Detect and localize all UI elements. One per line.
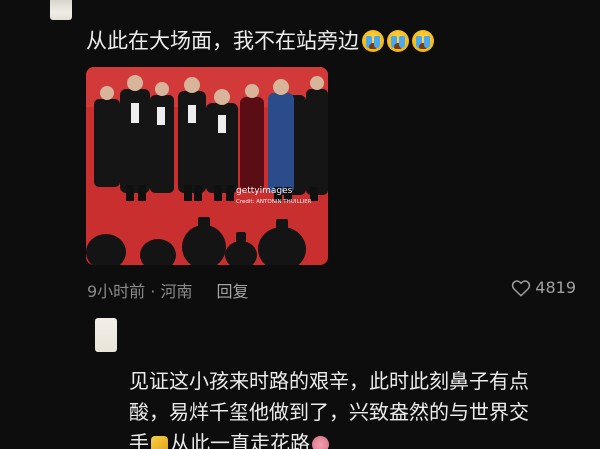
reply-text-segment: 手 [129,431,149,449]
comment-body: 从此在大场面，我不在站旁边 [86,26,434,56]
reply-button[interactable]: 回复 [216,278,248,302]
crying-emoji-icon [362,30,384,52]
reply-avatar[interactable] [95,318,117,352]
crying-emoji-icon [412,30,434,52]
comment-photo[interactable]: gettyimages Credit: ANTONIN THUILLIER [86,67,328,265]
comment-meta: 9小时前 · 河南 回复 [87,278,248,302]
comment-text: 从此在大场面，我不在站旁边 [86,29,359,53]
crying-emoji-icon [387,30,409,52]
watermark-credit: Credit: ANTONIN THUILLIER [236,199,312,205]
comment-time-location: 9小时前 · 河南 [87,282,193,301]
flower-emoji-icon [312,436,329,449]
reply-text-segment: 从此一直走花路 [170,431,310,449]
like-button[interactable]: 4819 [511,278,576,297]
watermark-brand: gettyimages [236,186,293,196]
like-count: 4819 [535,278,576,297]
clapping-emoji-icon [151,436,168,449]
reply-line: 酸，易烊千玺他做到了，兴致盎然的与世界交 [129,400,529,424]
reply-body: 见证这小孩来时路的艰辛，此时此刻鼻子有点 酸，易烊千玺他做到了，兴致盎然的与世界… [129,366,589,449]
heart-icon [512,279,531,297]
red-carpet-photo: gettyimages Credit: ANTONIN THUILLIER [86,67,328,265]
reply-line-3: 手 从此一直走花路 [129,428,589,449]
comment-thread: 从此在大场面，我不在站旁边 gettyimages Credit: ANTONI… [0,0,600,449]
reply-line: 见证这小孩来时路的艰辛，此时此刻鼻子有点 [129,369,529,393]
avatar[interactable] [50,0,72,20]
